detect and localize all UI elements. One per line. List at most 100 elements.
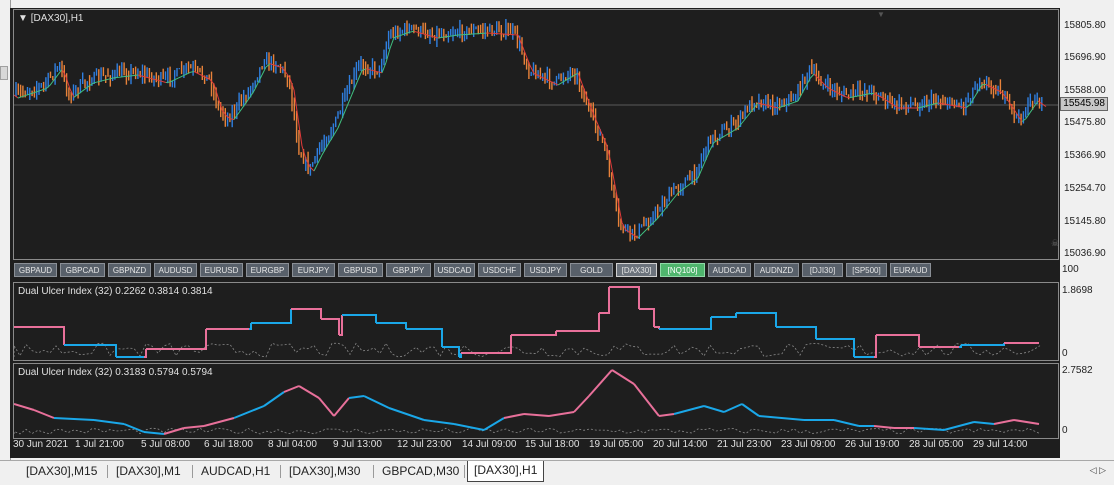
moving-average-segment bbox=[674, 193, 678, 198]
symbol-button-dax30[interactable]: [DAX30] bbox=[616, 263, 657, 277]
symbol-button-eurjpy[interactable]: EURJPY bbox=[292, 263, 335, 277]
ulcer-index-segment bbox=[284, 386, 299, 392]
symbol-button-euraud[interactable]: EURAUD bbox=[890, 263, 931, 277]
symbol-button-gbpusd[interactable]: GBPUSD bbox=[338, 263, 383, 277]
ulcer-index-segment bbox=[144, 349, 146, 357]
moving-average-segment bbox=[358, 70, 362, 80]
symbol-button-gbpnzd[interactable]: GBPNZD bbox=[108, 263, 151, 277]
moving-average-segment bbox=[558, 83, 562, 85]
price-tick-label: 15366.90 bbox=[1064, 150, 1106, 161]
shift-marker-icon[interactable]: ▼ bbox=[877, 10, 885, 19]
time-tick-label: 19 Jul 05:00 bbox=[589, 439, 644, 450]
moving-average-segment bbox=[50, 80, 54, 85]
ulcer-index-segment bbox=[834, 420, 859, 426]
chart-tab[interactable]: [DAX30],M15 bbox=[20, 462, 103, 480]
moving-average-segment bbox=[82, 88, 86, 91]
indicator-2-title: Dual Ulcer Index (32) 0.3183 0.5794 0.57… bbox=[18, 367, 213, 378]
symbol-button-gbpcad[interactable]: GBPCAD bbox=[60, 263, 105, 277]
moving-average-segment bbox=[318, 155, 322, 163]
time-tick-label: 30 Jun 2021 bbox=[13, 439, 68, 450]
symbol-button-gbpaud[interactable]: GBPAUD bbox=[14, 263, 57, 277]
symbol-button-dji30[interactable]: [DJI30] bbox=[802, 263, 843, 277]
indicator-1-title: Dual Ulcer Index (32) 0.2262 0.3814 0.38… bbox=[18, 286, 213, 297]
moving-average-segment bbox=[642, 230, 646, 234]
ulcer-index-segment bbox=[814, 327, 816, 339]
ulcer-index-segment bbox=[264, 392, 284, 406]
indicator-1-min-label: 0 bbox=[1062, 348, 1068, 359]
ulcer-index-segment bbox=[959, 345, 961, 347]
ulcer-index-segment bbox=[164, 428, 184, 434]
time-tick-label: 12 Jul 23:00 bbox=[397, 439, 452, 450]
symbol-button-audusd[interactable]: AUDUSD bbox=[154, 263, 197, 277]
symbol-button-gold[interactable]: GOLD bbox=[570, 263, 613, 277]
moving-average-segment bbox=[790, 102, 794, 103]
moving-average-segment bbox=[942, 104, 946, 105]
ulcer-index-segment bbox=[914, 335, 919, 347]
time-tick-label: 15 Jul 18:00 bbox=[525, 439, 580, 450]
ulcer-index-segment bbox=[599, 287, 609, 313]
price-pane[interactable]: ▼ [DAX30],H1 ▼ ☠ bbox=[13, 9, 1059, 260]
chart-tab[interactable]: [DAX30],M1 bbox=[110, 462, 187, 480]
scroll-left-icon[interactable]: ◁ bbox=[1090, 465, 1097, 475]
ulcer-index-segment bbox=[349, 396, 364, 398]
ulcer-index-segment bbox=[634, 384, 659, 416]
symbar-axis-label: 100 bbox=[1062, 264, 1079, 275]
symbol-button-audnzd[interactable]: AUDNZD bbox=[754, 263, 799, 277]
triangle-down-icon[interactable]: ▼ bbox=[18, 13, 28, 24]
ulcer-index-segment bbox=[999, 343, 1004, 345]
ulcer-index-segment bbox=[424, 420, 454, 424]
symbol-button-audcad[interactable]: AUDCAD bbox=[708, 263, 751, 277]
moving-average-segment bbox=[446, 36, 450, 37]
scroll-right-icon[interactable]: ▷ bbox=[1099, 465, 1106, 475]
symbol-button-usdcad[interactable]: USDCAD bbox=[434, 263, 475, 277]
price-tick-label: 15145.80 bbox=[1064, 216, 1106, 227]
time-tick-label: 29 Jul 14:00 bbox=[973, 439, 1028, 450]
ulcer-index-segment bbox=[62, 327, 64, 345]
chart-tab[interactable]: AUDCAD,H1 bbox=[195, 462, 276, 480]
ulcer-index-segment bbox=[484, 418, 504, 430]
chart-tab[interactable]: GBPCAD,M30 bbox=[376, 462, 465, 480]
moving-average-segment bbox=[398, 35, 402, 36]
chart-title: ▼ [DAX30],H1 bbox=[18, 13, 84, 24]
time-tick-label: 26 Jul 19:00 bbox=[845, 439, 900, 450]
ulcer-signal-line bbox=[14, 343, 1040, 357]
ulcer-index-segment bbox=[299, 386, 319, 398]
symbol-button-sp500[interactable]: [SP500] bbox=[846, 263, 887, 277]
indicator-pane-1[interactable]: Dual Ulcer Index (32) 0.2262 0.3814 0.38… bbox=[13, 282, 1059, 361]
moving-average-segment bbox=[454, 35, 458, 36]
ulcer-index-segment bbox=[454, 424, 484, 430]
ulcer-index-segment bbox=[974, 422, 994, 424]
ulcer-index-segment bbox=[289, 309, 291, 323]
time-tick-label: 20 Jul 14:00 bbox=[653, 439, 708, 450]
indicator-pane-2[interactable]: Dual Ulcer Index (32) 0.3183 0.5794 0.57… bbox=[13, 363, 1059, 439]
ulcer-index-segment bbox=[709, 317, 711, 329]
moving-average-segment bbox=[778, 107, 782, 108]
symbol-button-usdjpy[interactable]: USDJPY bbox=[524, 263, 567, 277]
panel-handle[interactable] bbox=[0, 66, 8, 80]
ulcer-index-segment bbox=[54, 418, 94, 420]
chart-title-text: [DAX30],H1 bbox=[31, 13, 84, 24]
chart-tab[interactable]: [DAX30],M30 bbox=[283, 462, 366, 480]
ulcer-index-segment bbox=[742, 404, 759, 416]
symbol-button-gbpjpy[interactable]: GBPJPY bbox=[386, 263, 431, 277]
ulcer-index-segment bbox=[124, 424, 144, 432]
price-tick-label: 15588.00 bbox=[1064, 85, 1106, 96]
moving-average-segment bbox=[118, 77, 122, 78]
ulcer-index-segment bbox=[114, 345, 116, 357]
ulcer-index-segment bbox=[364, 396, 389, 408]
symbol-button-eurusd[interactable]: EURUSD bbox=[200, 263, 243, 277]
moving-average-segment bbox=[274, 65, 278, 66]
current-price-label: 15545.98 bbox=[1060, 97, 1108, 111]
moving-average-segment bbox=[414, 31, 418, 32]
chart-tabs-bar: ◁ ▷ [DAX30],M15 [DAX30],M1 AUDCAD,H1 [DAX30… bbox=[0, 460, 1114, 485]
ulcer-index-segment bbox=[504, 414, 524, 418]
chart-tab[interactable]: [DAX30],H1 bbox=[467, 461, 544, 482]
ulcer-index-segment bbox=[549, 412, 574, 416]
ulcer-index-segment bbox=[319, 309, 321, 319]
price-tick-label: 15475.80 bbox=[1064, 117, 1106, 128]
price-tick-label: 15805.80 bbox=[1064, 20, 1106, 31]
symbol-button-nq100[interactable]: [NQ100] bbox=[660, 263, 705, 277]
symbol-button-usdchf[interactable]: USDCHF bbox=[478, 263, 521, 277]
symbol-buttons-bar: GBPAUDGBPCADGBPNZDAUDUSDEURUSDEURGBPEURJ… bbox=[14, 261, 1058, 280]
symbol-button-eurgbp[interactable]: EURGBP bbox=[246, 263, 289, 277]
